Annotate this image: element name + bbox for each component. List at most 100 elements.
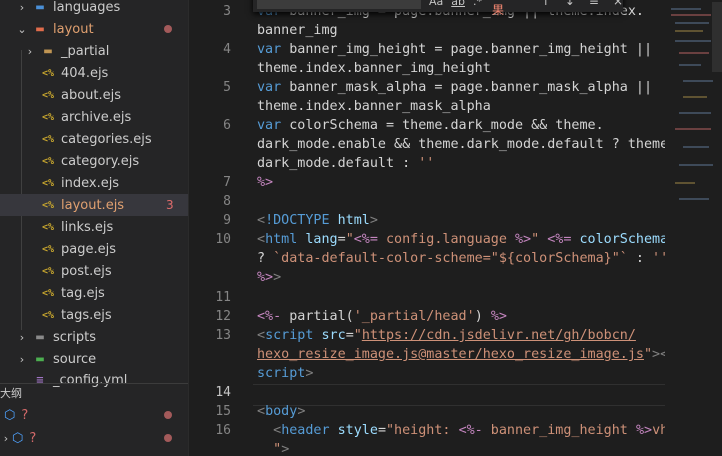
chevron-right-icon: › bbox=[19, 0, 25, 14]
ejs-file-icon: <% bbox=[41, 89, 55, 101]
find-in-selection-button[interactable]: ≡ bbox=[589, 0, 599, 8]
code-line: script> bbox=[257, 366, 314, 381]
code-line: banner_img bbox=[257, 23, 338, 38]
ejs-file-icon: <% bbox=[41, 177, 55, 189]
tree-item-file[interactable]: <% archive.ejs bbox=[0, 106, 188, 128]
minimap-line bbox=[679, 164, 713, 166]
folder-icon: ▬ bbox=[35, 331, 45, 343]
line-number: 9 bbox=[223, 213, 231, 228]
code-line: dark_mode.default : '' bbox=[257, 156, 435, 171]
ejs-file-icon: <% bbox=[41, 287, 55, 299]
line-number: 7 bbox=[223, 175, 231, 190]
code-line: <%- partial('_partial/head') %> bbox=[257, 309, 507, 324]
chevron-right-icon: › bbox=[19, 330, 25, 344]
whole-word-toggle[interactable]: ab bbox=[451, 0, 465, 8]
line-number: 16 bbox=[215, 423, 231, 438]
folder-icon: ▬ bbox=[35, 353, 45, 365]
tree-item-label: about.ejs bbox=[61, 87, 122, 103]
tree-item-label: category.ejs bbox=[61, 153, 140, 169]
minimap-line bbox=[683, 146, 709, 148]
minimap-line bbox=[679, 64, 701, 66]
minimap-line bbox=[675, 22, 709, 24]
chevron-right-icon: › bbox=[3, 431, 9, 445]
minimap-line bbox=[671, 8, 701, 10]
regex-toggle[interactable]: .* bbox=[473, 0, 482, 8]
modified-dot-icon bbox=[164, 434, 172, 442]
find-widget[interactable]: Aa ab .* 无结果 ↑ ↓ ≡ × bbox=[253, 0, 623, 17]
tree-item-label: 404.ejs bbox=[61, 65, 109, 81]
tree-item-label: tag.ejs bbox=[61, 285, 105, 301]
next-match-button[interactable]: ↓ bbox=[565, 0, 575, 8]
tree-item-source[interactable]: › ▬ source bbox=[0, 348, 188, 370]
code-line: <body> bbox=[257, 404, 306, 419]
line-number: 12 bbox=[215, 309, 231, 324]
problem-count-badge: 3 bbox=[166, 198, 174, 212]
current-line-highlight bbox=[253, 384, 722, 406]
outline-item[interactable]: ⬡ ? bbox=[0, 404, 188, 426]
code-line: theme.index.banner_img_height bbox=[257, 61, 491, 76]
code-line: var colorSchema = theme.dark_mode && the… bbox=[257, 118, 604, 133]
tree-item-languages[interactable]: › ▬ languages bbox=[0, 0, 188, 18]
tree-item-label: post.ejs bbox=[61, 263, 112, 279]
line-number: 15 bbox=[215, 404, 231, 419]
ejs-file-icon: <% bbox=[41, 221, 55, 233]
ejs-file-icon: <% bbox=[41, 309, 55, 321]
minimap-line bbox=[675, 30, 703, 32]
tree-item-partial[interactable]: › ▬ _partial bbox=[0, 40, 188, 62]
tree-item-label: _config.yml bbox=[53, 372, 128, 388]
tree-item-file-selected[interactable]: <% layout.ejs 3 bbox=[0, 194, 188, 216]
tree-item-file[interactable]: <% tags.ejs bbox=[0, 304, 188, 326]
tree-item-label: archive.ejs bbox=[61, 109, 132, 125]
code-line: "> bbox=[273, 442, 290, 456]
tree-item-file[interactable]: <% post.ejs bbox=[0, 260, 188, 282]
line-number: 8 bbox=[223, 194, 231, 209]
chevron-right-icon: › bbox=[19, 352, 25, 366]
tree-item-file[interactable]: <% 404.ejs bbox=[0, 62, 188, 84]
cube-icon: ⬡ bbox=[4, 407, 16, 423]
previous-match-button[interactable]: ↑ bbox=[541, 0, 551, 8]
tree-item-scripts[interactable]: › ▬ scripts bbox=[0, 326, 188, 348]
tree-item-config[interactable]: ≡ _config.yml bbox=[0, 369, 188, 391]
tree-item-file[interactable]: <% links.ejs bbox=[0, 216, 188, 238]
scrollbar-thumb[interactable] bbox=[712, 2, 722, 72]
tree-item-label: tags.ejs bbox=[61, 307, 112, 323]
tree-item-file[interactable]: <% categories.ejs bbox=[0, 128, 188, 150]
minimap-line bbox=[683, 96, 707, 98]
tree-item-label: layout.ejs bbox=[61, 197, 125, 213]
code-line: var banner_mask_alpha = page.banner_mask… bbox=[257, 80, 653, 95]
yml-file-icon: ≡ bbox=[35, 374, 45, 386]
tree-item-file[interactable]: <% page.ejs bbox=[0, 238, 188, 260]
minimap-line bbox=[675, 128, 711, 130]
ejs-file-icon: <% bbox=[41, 155, 55, 167]
outline-section-title[interactable]: 大纲 bbox=[0, 385, 22, 401]
minimap-line bbox=[671, 14, 711, 16]
tree-item-file[interactable]: <% index.ejs bbox=[0, 172, 188, 194]
tree-item-label: page.ejs bbox=[61, 241, 116, 257]
tree-item-file[interactable]: <% tag.ejs bbox=[0, 282, 188, 304]
ejs-file-icon: <% bbox=[41, 243, 55, 255]
code-line: ? `data-default-color-scheme="${colorSch… bbox=[257, 251, 669, 266]
line-number-current: 14 bbox=[215, 385, 231, 400]
tree-item-label: source bbox=[53, 351, 97, 367]
code-editor[interactable]: 3 4 5 6 7 8 9 10 11 12 13 14 15 16 var b… bbox=[189, 0, 722, 456]
tree-item-file[interactable]: <% category.ejs bbox=[0, 150, 188, 172]
find-input[interactable] bbox=[257, 0, 421, 9]
tree-item-label: scripts bbox=[53, 329, 96, 345]
code-line: %>> bbox=[257, 270, 282, 285]
tree-item-file[interactable]: <% about.ejs bbox=[0, 84, 188, 106]
line-number: 5 bbox=[223, 80, 231, 95]
minimap-line bbox=[675, 182, 695, 184]
code-line: <!DOCTYPE html> bbox=[257, 213, 378, 228]
section-divider bbox=[0, 383, 188, 384]
tree-item-label: index.ejs bbox=[61, 175, 120, 191]
outline-item[interactable]: › ⬡ ? bbox=[0, 427, 188, 449]
folder-icon: ▬ bbox=[35, 1, 45, 13]
tree-item-layout[interactable]: ⌄ ▬ layout bbox=[0, 18, 188, 40]
outline-item-label: ? bbox=[29, 430, 37, 446]
code-line: <html lang="<%= config.language %>" <%= … bbox=[257, 232, 669, 247]
close-icon[interactable]: × bbox=[613, 0, 623, 8]
match-case-toggle[interactable]: Aa bbox=[429, 0, 443, 8]
ejs-file-icon: <% bbox=[41, 67, 55, 79]
tree-item-label: links.ejs bbox=[61, 219, 114, 235]
tree-item-label: languages bbox=[53, 0, 121, 15]
